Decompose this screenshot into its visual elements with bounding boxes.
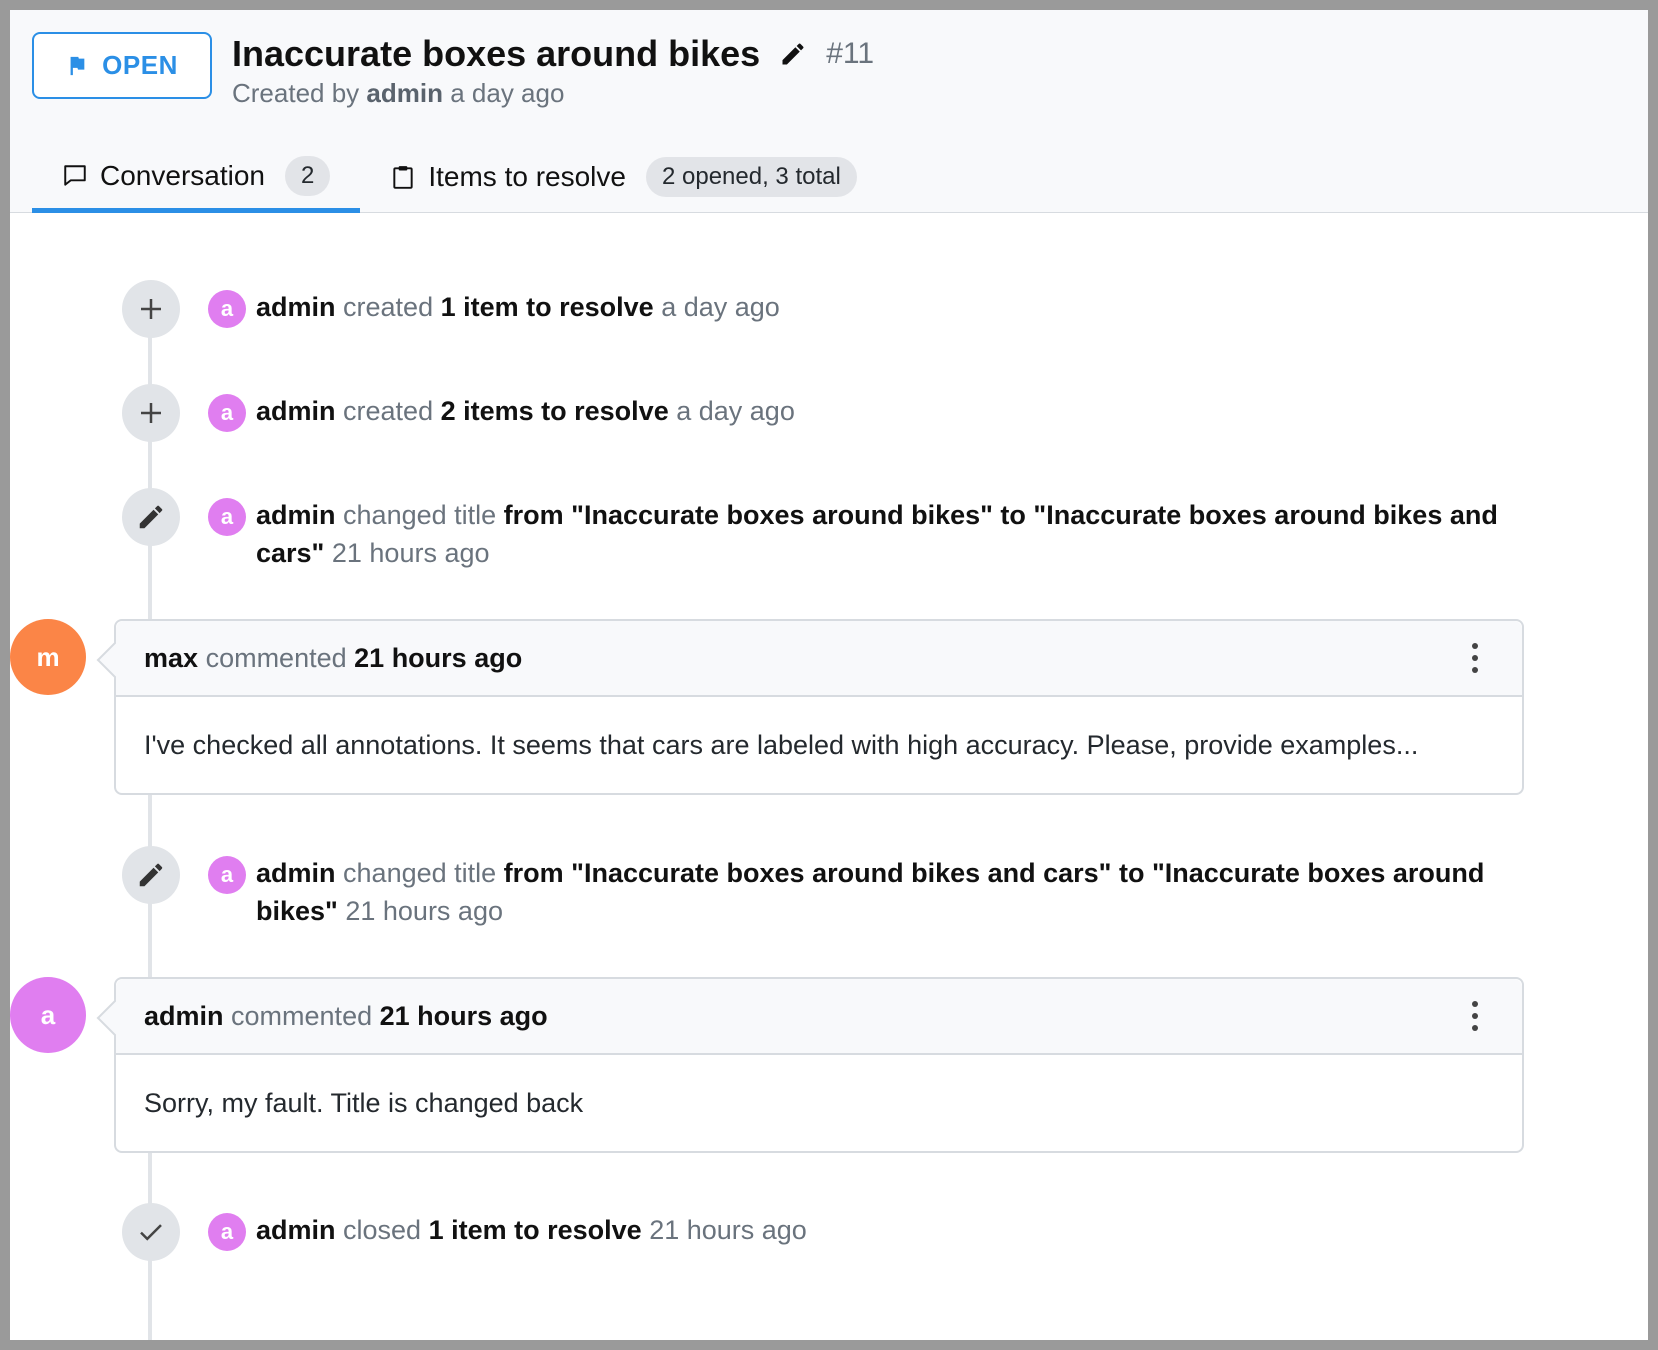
status-label: OPEN: [102, 50, 178, 80]
issue-title: Inaccurate boxes around bikes: [232, 33, 761, 74]
avatar[interactable]: a: [208, 498, 246, 536]
event-text: admin created 2 items to resolve a day a…: [256, 392, 1516, 430]
created-by-user[interactable]: admin: [366, 78, 443, 108]
conversation-timeline: a admin created 1 item to resolve a day …: [10, 213, 1648, 1340]
tab-label: Conversation: [100, 160, 265, 191]
event-user[interactable]: admin: [256, 1215, 336, 1245]
comment: a admin commented 21 hours ago Sorry, my…: [10, 977, 1540, 1155]
event-icon: [122, 384, 180, 442]
timeline-event: a admin closed 1 item to resolve 21 hour…: [122, 1203, 1602, 1261]
comment-box: max commented 21 hours ago I've checked …: [114, 619, 1524, 795]
avatar[interactable]: a: [208, 856, 246, 894]
event-user[interactable]: admin: [256, 292, 336, 322]
created-when: a day ago: [450, 78, 565, 108]
event-time: 21 hours ago: [331, 538, 490, 568]
comment-header: admin commented 21 hours ago: [116, 979, 1522, 1055]
event-time: 21 hours ago: [649, 1215, 807, 1245]
more-vertical-icon: [1472, 643, 1478, 649]
plus-icon: [141, 299, 161, 319]
event-user[interactable]: admin: [256, 500, 336, 530]
event-text: admin closed 1 item to resolve 21 hours …: [256, 1211, 1516, 1249]
event-user[interactable]: admin: [256, 396, 336, 426]
tab-label: Items to resolve: [428, 160, 626, 192]
flag-icon: [70, 56, 85, 75]
event-action: changed title: [343, 858, 497, 888]
timeline-event: a admin changed title from "Inaccurate b…: [122, 846, 1602, 936]
timeline-line: [148, 293, 152, 1340]
timeline-event: a admin changed title from "Inaccurate b…: [122, 488, 1602, 578]
event-text: admin changed title from "Inaccurate box…: [256, 496, 1516, 572]
event-text: admin created 1 item to resolve a day ag…: [256, 288, 1516, 326]
issue-tabs: Conversation 2 Items to resolve 2 opened…: [32, 150, 887, 213]
tab-count: 2: [284, 156, 331, 196]
avatar[interactable]: a: [208, 290, 246, 328]
issue-number: #11: [826, 37, 875, 70]
event-user[interactable]: admin: [256, 858, 336, 888]
menu-dot: [1472, 1025, 1478, 1031]
avatar[interactable]: a: [208, 394, 246, 432]
event-icon: [122, 846, 180, 904]
event-time: a day ago: [661, 292, 780, 322]
tab-count: 2 opened, 3 total: [645, 156, 857, 197]
event-action: changed title: [343, 500, 497, 530]
event-time: 21 hours ago: [345, 896, 503, 926]
comment-action: commented: [231, 1000, 373, 1031]
pencil-icon: [139, 863, 163, 887]
title-row: Inaccurate boxes around bikes #11: [232, 30, 874, 78]
avatar[interactable]: m: [10, 619, 86, 695]
comment-author[interactable]: admin: [144, 1001, 224, 1032]
menu-dot: [1472, 655, 1478, 661]
comment-menu-button[interactable]: [1464, 643, 1486, 673]
avatar[interactable]: a: [10, 977, 86, 1053]
event-action: created: [343, 292, 434, 322]
clipboard-icon: [393, 165, 413, 189]
comment-time: 21 hours ago: [379, 1000, 548, 1031]
pencil-icon: [139, 505, 163, 529]
more-vertical-icon: [1472, 1001, 1478, 1007]
timeline-event: a admin created 2 items to resolve a day…: [122, 384, 1602, 442]
comment-action: commented: [205, 642, 347, 673]
comment-box: admin commented 21 hours ago Sorry, my f…: [114, 977, 1524, 1153]
event-detail: 1 item to resolve: [440, 292, 654, 322]
comment-body: I've checked all annotations. It seems t…: [144, 729, 1419, 760]
event-detail: 1 item to resolve: [428, 1215, 642, 1245]
comment-icon: [64, 165, 86, 186]
event-icon: [122, 280, 180, 338]
issue-header: OPEN Inaccurate boxes around bikes #11 C…: [10, 10, 1648, 213]
status-open-button[interactable]: OPEN: [32, 32, 212, 99]
check-icon: [140, 1224, 162, 1241]
timeline-event: a admin created 1 item to resolve a day …: [122, 280, 1602, 338]
pencil-icon: [782, 43, 804, 65]
avatar[interactable]: a: [208, 1213, 246, 1251]
comment-menu-button[interactable]: [1464, 1001, 1486, 1031]
menu-dot: [1472, 667, 1478, 673]
edit-title-button[interactable]: [778, 39, 808, 69]
issue-created-info: Created by admin a day ago: [232, 78, 564, 109]
comment-time: 21 hours ago: [354, 642, 523, 673]
event-icon: [122, 488, 180, 546]
comment-author[interactable]: max: [144, 643, 198, 674]
comment-header: max commented 21 hours ago: [116, 621, 1522, 697]
comment-body: Sorry, my fault. Title is changed back: [144, 1087, 584, 1118]
menu-dot: [1472, 1013, 1478, 1019]
issue-page: OPEN Inaccurate boxes around bikes #11 C…: [0, 0, 1658, 1350]
event-icon: [122, 1203, 180, 1261]
event-text: admin changed title from "Inaccurate box…: [256, 854, 1516, 930]
event-detail: 2 items to resolve: [440, 396, 669, 426]
tab-conversation[interactable]: Conversation 2: [32, 150, 361, 213]
comment: m max commented 21 hours ago I've checke…: [10, 619, 1540, 797]
tab-items-to-resolve[interactable]: Items to resolve 2 opened, 3 total: [360, 150, 886, 213]
event-action: created: [343, 396, 434, 426]
created-prefix: Created by: [232, 78, 360, 108]
event-action: closed: [343, 1215, 422, 1245]
event-time: a day ago: [676, 396, 795, 426]
plus-icon: [141, 403, 161, 423]
